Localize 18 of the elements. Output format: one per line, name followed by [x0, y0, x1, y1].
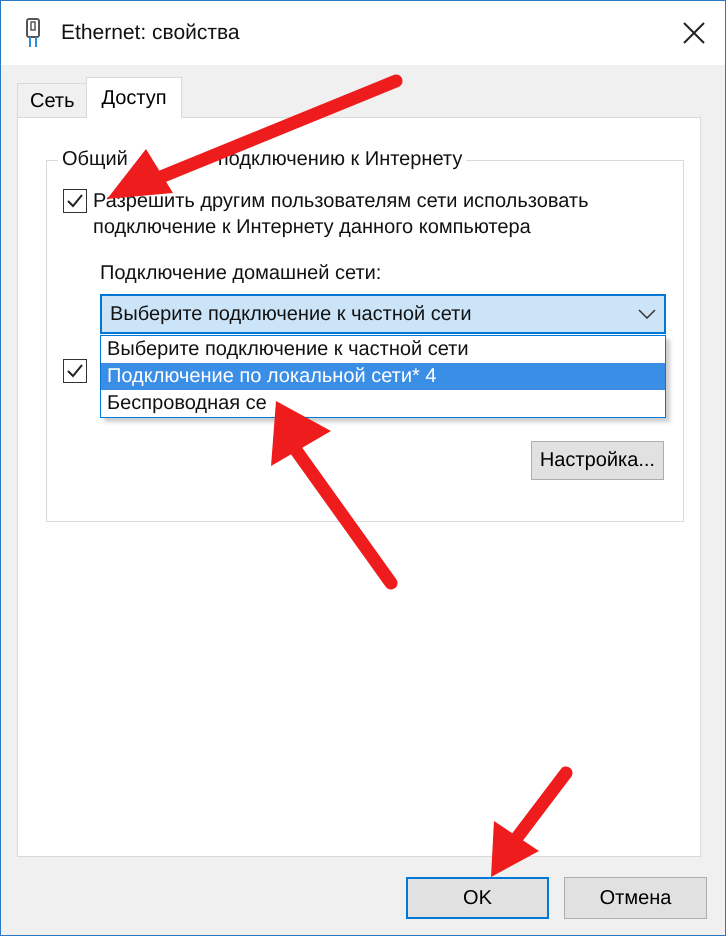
- tab[interactable]: Доступ: [86, 77, 182, 118]
- ethernet-icon: [25, 18, 41, 48]
- chevron-icon[interactable]: [638, 309, 656, 319]
- checkbox[interactable]: [63, 359, 87, 383]
- checkbox[interactable]: [63, 189, 87, 213]
- close-icon[interactable]: [683, 22, 705, 44]
- settings-button[interactable]: Настройка...: [530, 441, 664, 480]
- checkbox-label: Разрешить другим пользователям сети использовать подключение к Интернету данного компьютера: [93, 189, 590, 240]
- group-title: Общий: [62, 147, 128, 172]
- dialog-button[interactable]: OK: [406, 877, 549, 919]
- dialog-button[interactable]: Отмена: [564, 877, 707, 919]
- field-label: Подключение домашней сети:: [100, 261, 382, 286]
- dropdown[interactable]: Выберите подключение к частной сети: [100, 294, 666, 334]
- dropdown-option[interactable]: Выберите подключение к частной сети: [101, 336, 665, 363]
- tab[interactable]: Сеть: [17, 83, 88, 117]
- dropdown-option[interactable]: Беспроводная се: [101, 390, 665, 417]
- group-title: подключению к Интернету: [218, 147, 462, 172]
- window-title: Ethernet: свойства: [61, 21, 241, 45]
